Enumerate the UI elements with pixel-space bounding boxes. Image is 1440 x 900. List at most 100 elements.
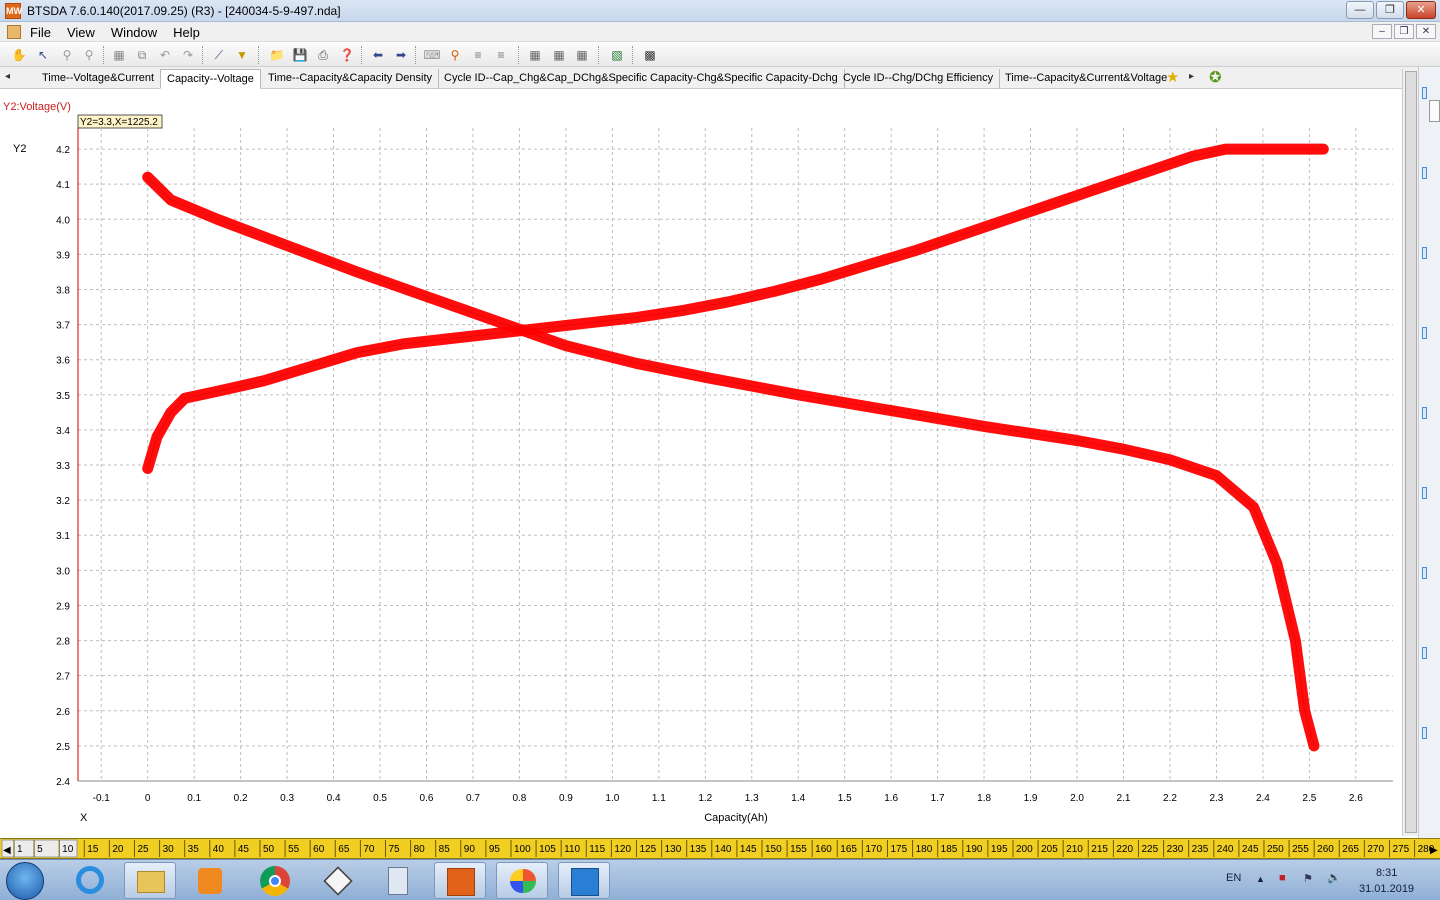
panel-marker-icon[interactable] (1422, 727, 1427, 739)
x-tick-label: 1.2 (698, 793, 712, 804)
box-app-icon[interactable] (312, 862, 364, 899)
print-icon[interactable]: ⎙ (314, 46, 332, 64)
zoom-icon[interactable]: ⚲ (80, 46, 98, 64)
tab-cycle-capacity[interactable]: Cycle ID--Cap_Chg&Cap_DChg&Specific Capa… (438, 69, 845, 89)
flag-icon[interactable]: ⚑ (1303, 872, 1313, 885)
redo-icon[interactable]: ↷ (179, 46, 197, 64)
filter-icon[interactable]: ▼ (233, 46, 251, 64)
menu-file[interactable]: File (30, 25, 51, 40)
favorite-star-icon[interactable]: ★ (1166, 68, 1179, 86)
undo-icon[interactable]: ↶ (156, 46, 174, 64)
ruler-label: 240 (1217, 844, 1234, 855)
list-alt-icon[interactable]: ≡ (492, 46, 510, 64)
tab-time-capacity-current-voltage[interactable]: Time--Capacity&Current&Voltage (999, 69, 1173, 89)
ruler-label: 220 (1116, 844, 1133, 855)
ruler-left-arrow[interactable]: ◀ (3, 845, 11, 856)
btsda-monitor-icon[interactable] (558, 862, 610, 899)
close-button[interactable]: ✕ (1406, 1, 1436, 19)
qr-icon[interactable]: ▩ (641, 46, 659, 64)
open-folder-icon[interactable]: 📁 (268, 46, 286, 64)
file-explorer-icon[interactable] (124, 862, 176, 899)
ruler-label: 250 (1267, 844, 1284, 855)
menu-view[interactable]: View (67, 25, 95, 40)
pointer-icon[interactable]: ↖ (34, 46, 52, 64)
ruler-label: 245 (1242, 844, 1259, 855)
zoom-area-icon[interactable]: ⚲ (58, 46, 76, 64)
panel-scroll-icon[interactable] (1429, 100, 1440, 122)
tab-capacity-voltage[interactable]: Capacity--Voltage (160, 69, 261, 89)
language-icon[interactable]: ⌨ (423, 46, 441, 64)
y-axis-name: Y2 (13, 143, 26, 155)
mdi-restore-button[interactable]: ❒ (1394, 24, 1414, 39)
arrow-right-icon[interactable]: ➡ (392, 46, 410, 64)
ruler-label: 10 (62, 844, 74, 855)
media-player-icon[interactable] (184, 862, 236, 899)
menu-window[interactable]: Window (111, 25, 157, 40)
menu-help[interactable]: Help (173, 25, 200, 40)
minimize-button[interactable]: — (1346, 1, 1374, 19)
chart-vertical-scrollbar[interactable] (1402, 69, 1418, 836)
volume-icon[interactable]: 🔈 (1327, 871, 1341, 884)
panel-marker-icon[interactable] (1422, 327, 1427, 339)
panel-marker-icon[interactable] (1422, 87, 1427, 99)
ruler-label: 140 (715, 844, 732, 855)
panel-marker-icon[interactable] (1422, 407, 1427, 419)
clock-time[interactable]: 8:31 (1376, 867, 1397, 879)
table-icon[interactable]: ▦ (550, 46, 568, 64)
x-tick-label: 1.8 (977, 793, 991, 804)
chart-series (142, 143, 1329, 752)
tab-scroll-right-icon[interactable]: ▸ (1189, 71, 1194, 82)
maximize-button[interactable]: ❒ (1376, 1, 1404, 19)
mdi-close-button[interactable]: ✕ (1416, 24, 1436, 39)
add-star-icon[interactable]: ✪ (1209, 68, 1222, 86)
document-icon[interactable] (7, 25, 21, 39)
window-controls: — ❒ ✕ (1346, 1, 1436, 19)
arrow-left-icon[interactable]: ⬅ (369, 46, 387, 64)
tab-time-capacity-density[interactable]: Time--Capacity&Capacity Density (262, 69, 440, 89)
panel-marker-icon[interactable] (1422, 487, 1427, 499)
copy-view-icon[interactable]: ⧉ (133, 46, 151, 64)
ruler-label: 110 (564, 844, 580, 855)
panel-marker-icon[interactable] (1422, 567, 1427, 579)
excel-export-icon[interactable]: ▧ (608, 46, 626, 64)
ruler-label: 50 (263, 844, 275, 855)
save-icon[interactable]: 💾 (291, 46, 309, 64)
help-icon[interactable]: ❓ (338, 46, 356, 64)
tab-scroll-left-icon[interactable]: ◂ (5, 71, 10, 82)
capacity-voltage-chart[interactable]: Y2:Voltage(V) Y2=3.3,X=1225.2 Y2 X Capac… (0, 90, 1402, 838)
x-tick-label: 2.5 (1302, 793, 1316, 804)
mdi-minimize-button[interactable]: – (1372, 24, 1392, 39)
pan-hand-icon[interactable]: ✋ (10, 46, 28, 64)
charge-curve-core (147, 148, 1324, 469)
tab-cycle-efficiency[interactable]: Cycle ID--Chg/DChg Efficiency (837, 69, 1001, 89)
list-icon[interactable]: ≡ (469, 46, 487, 64)
draw-line-icon[interactable]: ⟋ (210, 46, 228, 64)
language-indicator[interactable]: EN (1226, 872, 1241, 884)
ruler-label: 95 (489, 844, 501, 855)
start-orb-icon[interactable] (6, 862, 44, 900)
grid-icon[interactable]: ▦ (526, 46, 544, 64)
tab-time-voltage-current[interactable]: Time--Voltage&Current (36, 69, 162, 89)
pin-icon[interactable]: ⚲ (446, 46, 464, 64)
reset-view-icon[interactable]: ▦ (110, 46, 128, 64)
ruler-label: 20 (112, 844, 124, 855)
panel-marker-icon[interactable] (1422, 247, 1427, 259)
ruler-label: 165 (840, 844, 857, 855)
cycle-ruler[interactable]: ◀ ▶ 1 5 10 15 20 25 30 35 40 45 50 55 60 65 70 75 80 85 90… (0, 838, 1440, 859)
btsda-icon[interactable] (434, 862, 486, 899)
panel-marker-icon[interactable] (1422, 167, 1427, 179)
paint-icon[interactable] (496, 862, 548, 899)
network-icon[interactable]: ■ (1279, 872, 1286, 884)
table-alt-icon[interactable]: ▦ (573, 46, 591, 64)
panel-marker-icon[interactable] (1422, 647, 1427, 659)
calculator-icon[interactable] (372, 862, 424, 899)
tray-expand-icon[interactable]: ▲ (1256, 874, 1265, 884)
side-panel (1418, 67, 1440, 838)
ruler-label: 25 (137, 844, 149, 855)
clock-date[interactable]: 31.01.2019 (1359, 883, 1414, 895)
scrollbar-thumb[interactable] (1405, 71, 1417, 833)
ruler-label: 160 (815, 844, 832, 855)
chrome-icon[interactable] (248, 862, 300, 899)
charge-curve (142, 143, 1329, 474)
internet-explorer-icon[interactable] (64, 862, 116, 899)
